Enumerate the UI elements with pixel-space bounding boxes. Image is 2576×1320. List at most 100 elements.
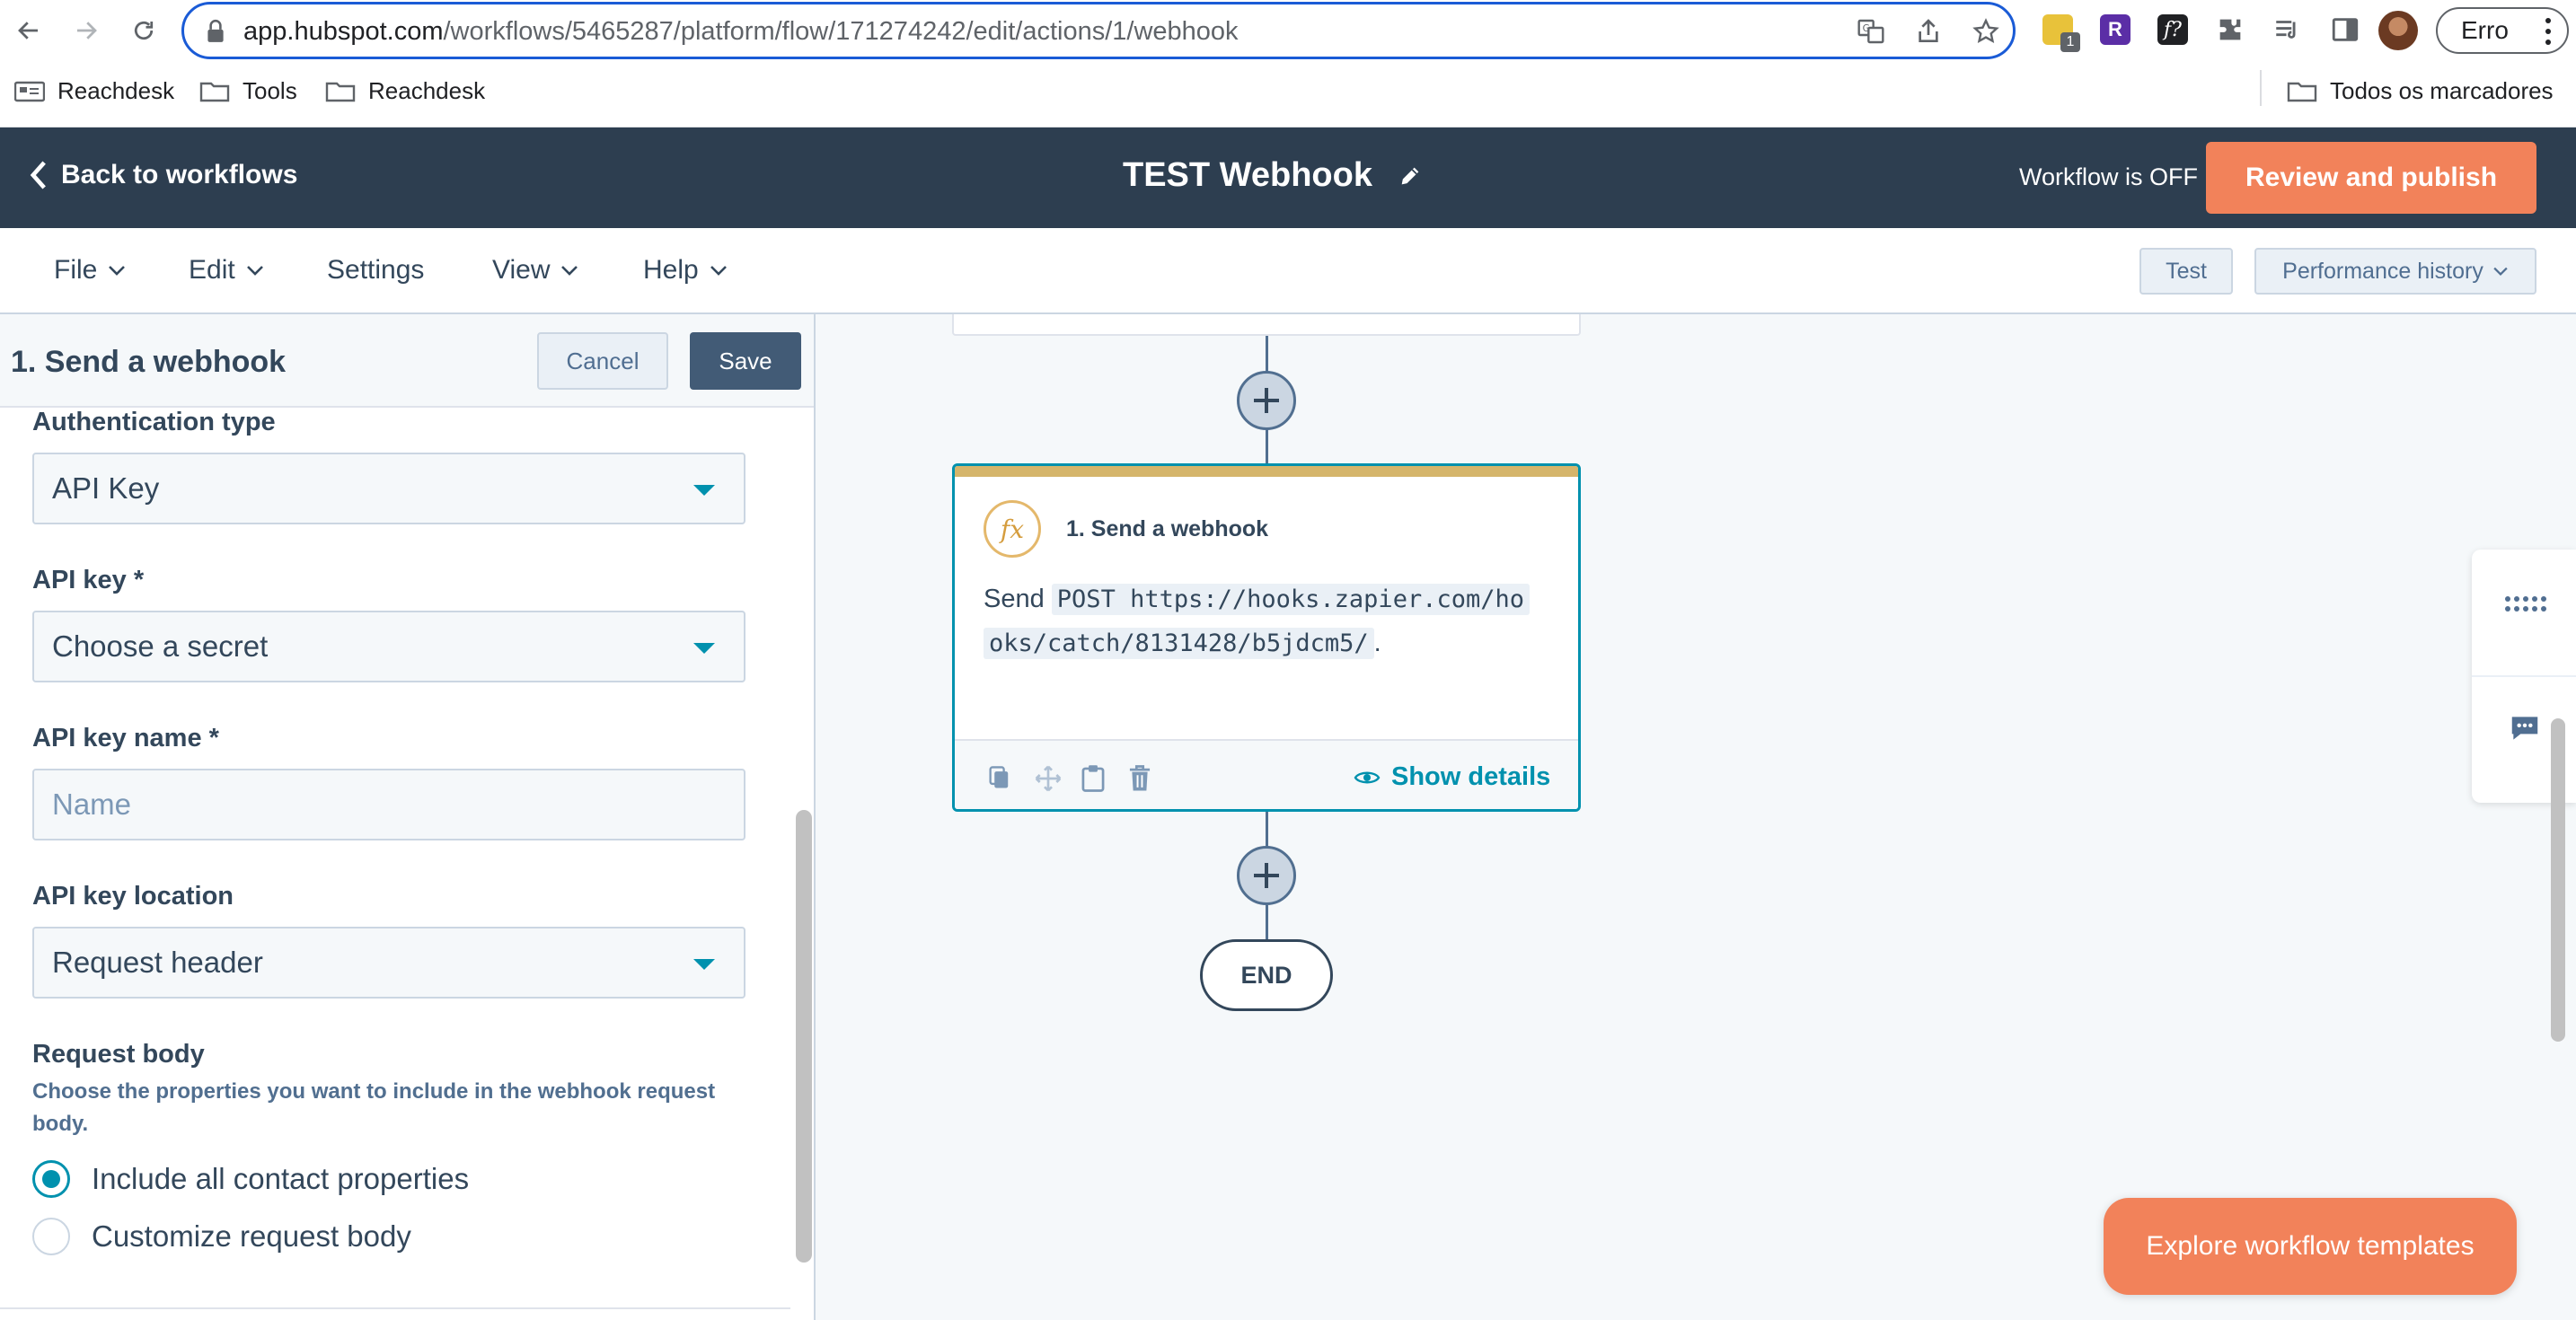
move-icon[interactable] xyxy=(1034,764,1062,792)
chevron-down-icon xyxy=(561,266,578,276)
pencil-icon[interactable] xyxy=(1398,163,1423,189)
fx-icon: fx xyxy=(984,500,1041,558)
card-footer: Show details xyxy=(955,739,1578,809)
show-details-link[interactable]: Show details xyxy=(1354,762,1550,792)
menu-file[interactable]: File xyxy=(54,255,126,286)
request-body-help: Choose the properties you want to includ… xyxy=(32,1079,716,1136)
chevron-down-icon xyxy=(710,266,727,276)
menu-view[interactable]: View xyxy=(492,255,578,286)
url-text: app.hubspot.com/workflows/5465287/platfo… xyxy=(243,17,1239,46)
radio-customize[interactable]: Customize request body xyxy=(32,1218,411,1255)
api-key-value: Choose a secret xyxy=(52,629,269,663)
star-icon[interactable] xyxy=(1972,17,2000,46)
api-key-name-placeholder: Name xyxy=(52,788,132,821)
translate-icon[interactable]: G xyxy=(1857,17,1885,46)
cancel-button[interactable]: Cancel xyxy=(537,332,668,390)
performance-history-label: Performance history xyxy=(2282,258,2483,284)
send-text: Send xyxy=(984,585,1045,613)
bookmark-reachdesk[interactable]: Reachdesk xyxy=(14,77,174,105)
radio-include-all[interactable]: Include all contact properties xyxy=(32,1160,469,1198)
performance-history-button[interactable]: Performance history xyxy=(2254,248,2536,295)
card-stripe xyxy=(955,466,1578,477)
extension-badge: 1 xyxy=(2060,32,2080,52)
extension-r-icon[interactable]: R xyxy=(2100,14,2130,45)
menu-help[interactable]: Help xyxy=(643,255,728,286)
panel-title: 1. Send a webhook xyxy=(11,345,287,379)
chat-icon[interactable] xyxy=(2508,711,2542,750)
address-bar[interactable]: app.hubspot.com/workflows/5465287/platfo… xyxy=(181,2,2016,59)
workflow-title: TEST Webhook xyxy=(1123,156,1423,195)
workflow-canvas: fx 1. Send a webhook Send POST https://h… xyxy=(816,314,2576,1320)
review-and-publish-button[interactable]: Review and publish xyxy=(2206,142,2536,214)
connector-line xyxy=(1266,905,1268,941)
test-button[interactable]: Test xyxy=(2139,248,2233,295)
connector-line xyxy=(1266,429,1268,465)
share-icon[interactable] xyxy=(1914,17,1943,46)
profile-error-button[interactable]: Erro xyxy=(2436,7,2569,54)
folder-icon xyxy=(2287,82,2317,101)
bookmarks-bar: Reachdesk Tools Reachdesk Todos os marca… xyxy=(0,61,2576,128)
panel-header: 1. Send a webhook Cancel Save xyxy=(0,314,814,408)
auth-type-value: API Key xyxy=(52,471,160,505)
webhook-url-line1: https://hooks.zapier.com/ho xyxy=(1130,585,1524,613)
auth-type-select[interactable]: API Key xyxy=(32,453,745,524)
extension-email-icon[interactable]: 1 xyxy=(2042,14,2080,52)
workflow-header: Back to workflows TEST Webhook Workflow … xyxy=(0,128,2576,228)
api-key-name-label: API key name * xyxy=(32,724,219,752)
webhook-url-line2: oks/catch/8131428/b5jdcm5/ xyxy=(984,628,1374,659)
trash-icon[interactable] xyxy=(1127,764,1154,791)
radio-unselected[interactable] xyxy=(32,1218,70,1255)
chevron-down-icon xyxy=(109,266,126,276)
reload-icon[interactable] xyxy=(124,11,163,50)
webhook-action-card[interactable]: fx 1. Send a webhook Send POST https://h… xyxy=(952,463,1581,812)
auth-type-label: Authentication type xyxy=(32,408,276,436)
puzzle-icon[interactable] xyxy=(2215,14,2245,45)
add-action-button[interactable] xyxy=(1237,846,1296,905)
api-key-location-value: Request header xyxy=(52,946,263,979)
api-key-location-select[interactable]: Request header xyxy=(32,927,745,999)
bookmark-tools-folder[interactable]: Tools xyxy=(199,77,297,105)
chevron-down-icon xyxy=(2493,267,2508,277)
menu-edit-label: Edit xyxy=(189,255,235,285)
radio-customize-label: Customize request body xyxy=(92,1219,411,1253)
back-to-workflows-link[interactable]: Back to workflows xyxy=(29,160,297,190)
panel-footer-divider xyxy=(0,1307,790,1309)
more-options-icon[interactable] xyxy=(2545,18,2551,45)
add-action-button[interactable] xyxy=(1237,371,1296,430)
card-title: 1. Send a webhook xyxy=(1066,516,1269,541)
grid-dots-icon[interactable] xyxy=(2504,594,2547,619)
panel-scrollbar[interactable] xyxy=(796,810,812,1263)
folder-icon xyxy=(199,82,230,101)
bookmark-reachdesk-folder[interactable]: Reachdesk xyxy=(325,77,485,105)
chevron-left-icon xyxy=(30,161,46,189)
browser-toolbar: app.hubspot.com/workflows/5465287/platfo… xyxy=(0,0,2576,61)
extension-formula-icon[interactable]: f? xyxy=(2157,14,2188,45)
webhook-request-code: POST https://hooks.zapier.com/ho xyxy=(1051,584,1530,615)
save-button[interactable]: Save xyxy=(690,332,801,390)
clone-icon[interactable] xyxy=(987,764,1014,791)
reachdesk-icon xyxy=(14,81,45,101)
menu-file-label: File xyxy=(54,255,98,285)
canvas-scrollbar[interactable] xyxy=(2551,718,2565,1042)
all-bookmarks-folder[interactable]: Todos os marcadores xyxy=(2287,77,2554,105)
http-method: POST xyxy=(1056,585,1116,613)
caret-down-icon xyxy=(693,485,715,496)
workflow-title-text: TEST Webhook xyxy=(1123,156,1372,194)
api-key-name-input[interactable]: Name xyxy=(32,769,745,840)
side-panel-icon[interactable] xyxy=(2330,14,2360,45)
menu-edit[interactable]: Edit xyxy=(189,255,264,286)
trigger-card[interactable] xyxy=(952,314,1581,336)
profile-avatar[interactable] xyxy=(2378,11,2418,50)
radio-include-all-label: Include all contact properties xyxy=(92,1162,470,1195)
api-key-label: API key * xyxy=(32,566,145,594)
explore-templates-button[interactable]: Explore workflow templates xyxy=(2104,1198,2517,1295)
request-body-label: Request body xyxy=(32,1040,205,1069)
api-key-select[interactable]: Choose a secret xyxy=(32,611,745,682)
clipboard-icon[interactable] xyxy=(1081,764,1107,792)
back-arrow-icon[interactable] xyxy=(9,11,49,50)
radio-selected[interactable] xyxy=(32,1160,70,1198)
menu-settings[interactable]: Settings xyxy=(327,255,424,286)
bookmarks-divider xyxy=(2260,70,2262,106)
forward-arrow-icon[interactable] xyxy=(66,11,106,50)
reading-list-icon[interactable] xyxy=(2272,14,2303,45)
